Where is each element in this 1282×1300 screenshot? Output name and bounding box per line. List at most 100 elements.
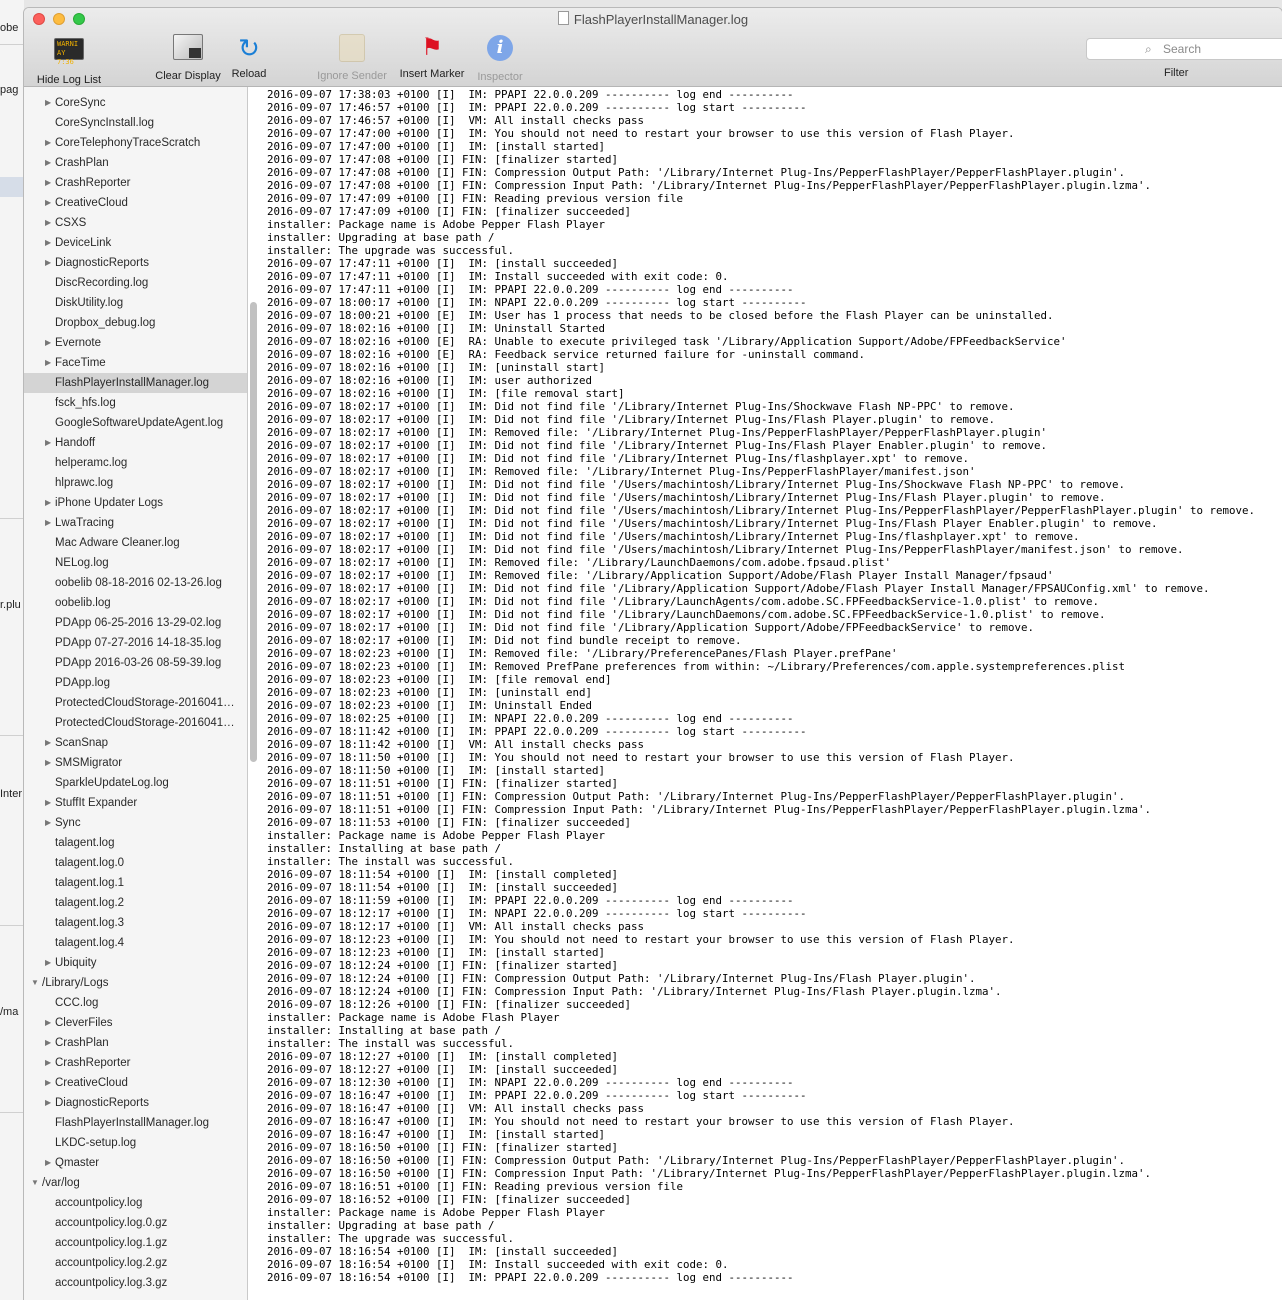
sidebar-log-root[interactable]: ▼/var/log [24,1173,247,1193]
disclosure-collapsed-icon[interactable]: ▶ [45,1073,51,1093]
sidebar-log-file[interactable]: oobelib.log [24,593,247,613]
sidebar-log-folder[interactable]: ▶ DeviceLink [24,233,247,253]
sidebar-log-file[interactable]: hlprawc.log [24,473,247,493]
sidebar-log-folder[interactable]: ▶ DiagnosticReports [24,1093,247,1113]
sidebar-log-file[interactable]: accountpolicy.log.3.gz [24,1273,247,1293]
disclosure-collapsed-icon[interactable]: ▶ [45,233,51,253]
sidebar-log-file[interactable]: oobelib 08-18-2016 02-13-26.log [24,573,247,593]
reload-icon: ↻ [238,33,260,63]
sidebar-log-folder[interactable]: ▶ CSXS [24,213,247,233]
sidebar-log-file[interactable]: talagent.log.3 [24,913,247,933]
sidebar-log-folder[interactable]: ▶ CrashReporter [24,173,247,193]
sidebar-log-folder[interactable]: ▶ CoreTelephonyTraceScratch [24,133,247,153]
sidebar-log-folder[interactable]: ▶ CleverFiles [24,1013,247,1033]
disclosure-collapsed-icon[interactable]: ▶ [45,173,51,193]
sidebar-log-file[interactable]: talagent.log.2 [24,893,247,913]
sidebar-log-file[interactable]: PDApp 2016-03-26 08-59-39.log [24,653,247,673]
sidebar-log-file[interactable]: accountpolicy.log.0.gz [24,1213,247,1233]
sidebar-log-file[interactable]: PDApp 06-25-2016 13-29-02.log [24,613,247,633]
disclosure-collapsed-icon[interactable]: ▶ [45,1093,51,1113]
sidebar-log-file[interactable]: talagent.log [24,833,247,853]
sidebar-log-file[interactable]: accountpolicy.log.1.gz [24,1233,247,1253]
disclosure-collapsed-icon[interactable]: ▶ [45,953,51,973]
sidebar-log-folder[interactable]: ▶ CreativeCloud [24,1073,247,1093]
log-line: 2016-09-07 18:02:17 +0100 [I] IM: Did no… [267,621,1035,634]
disclosure-collapsed-icon[interactable]: ▶ [45,213,51,233]
sidebar-log-folder[interactable]: ▶ StuffIt Expander [24,793,247,813]
sidebar-log-file[interactable]: PDApp 07-27-2016 14-18-35.log [24,633,247,653]
sidebar-log-file[interactable]: helperamc.log [24,453,247,473]
sidebar-log-folder[interactable]: ▶ DiagnosticReports [24,253,247,273]
sidebar-log-folder[interactable]: ▶ Sync [24,813,247,833]
insert-marker-button[interactable]: ⚑ Insert Marker [396,32,468,80]
disclosure-expanded-icon[interactable]: ▼ [31,1173,39,1193]
disclosure-expanded-icon[interactable]: ▼ [31,973,39,993]
disclosure-collapsed-icon[interactable]: ▶ [45,813,51,833]
clear-display-button[interactable]: Clear Display [152,32,224,82]
ignore-sender-button[interactable]: Ignore Sender [313,32,391,82]
sidebar-scrollbar[interactable] [250,302,257,762]
sidebar-log-folder[interactable]: ▶ LwaTracing [24,513,247,533]
disclosure-collapsed-icon[interactable]: ▶ [45,153,51,173]
disclosure-collapsed-icon[interactable]: ▶ [45,193,51,213]
sidebar-log-file[interactable]: SparkleUpdateLog.log [24,773,247,793]
sidebar-log-folder[interactable]: ▶ Qmaster [24,1153,247,1173]
disclosure-collapsed-icon[interactable]: ▶ [45,1053,51,1073]
sidebar-log-folder[interactable]: ▶ ScanSnap [24,733,247,753]
sidebar-log-file[interactable]: LKDC-setup.log [24,1133,247,1153]
log-line: 2016-09-07 18:11:51 +0100 [I] FIN: Compr… [267,803,1152,816]
sidebar-log-folder[interactable]: ▶ Handoff [24,433,247,453]
sidebar-log-file[interactable]: accountpolicy.log.2.gz [24,1253,247,1273]
sidebar-item-label: hlprawc.log [55,477,114,489]
sidebar-log-file[interactable]: DiskUtility.log [24,293,247,313]
disclosure-collapsed-icon[interactable]: ▶ [45,353,51,373]
sidebar-log-folder[interactable]: ▶ iPhone Updater Logs [24,493,247,513]
sidebar-log-file[interactable]: talagent.log.0 [24,853,247,873]
sidebar-log-folder[interactable]: ▶ Evernote [24,333,247,353]
inspector-button[interactable]: i Inspector [473,32,527,83]
sidebar-log-file[interactable]: NELog.log [24,553,247,573]
sidebar-log-file[interactable]: fsck_hfs.log [24,393,247,413]
sidebar-log-file[interactable]: ProtectedCloudStorage-2016041… [24,713,247,733]
sidebar-log-file[interactable]: Dropbox_debug.log [24,313,247,333]
sidebar-log-file[interactable]: FlashPlayerInstallManager.log [24,1113,247,1133]
sidebar-log-file[interactable]: GoogleSoftwareUpdateAgent.log [24,413,247,433]
sidebar-log-file[interactable]: ProtectedCloudStorage-2016041… [24,693,247,713]
sidebar-log-file[interactable]: accountpolicy.log [24,1193,247,1213]
sidebar-log-file[interactable]: PDApp.log [24,673,247,693]
sidebar-item-label: accountpolicy.log.0.gz [55,1217,168,1229]
disclosure-collapsed-icon[interactable]: ▶ [45,253,51,273]
disclosure-collapsed-icon[interactable]: ▶ [45,753,51,773]
sidebar-log-file[interactable]: Mac Adware Cleaner.log [24,533,247,553]
sidebar-log-file[interactable]: talagent.log.4 [24,933,247,953]
disclosure-collapsed-icon[interactable]: ▶ [45,1033,51,1053]
disclosure-collapsed-icon[interactable]: ▶ [45,733,51,753]
sidebar-log-file[interactable]: DiscRecording.log [24,273,247,293]
disclosure-collapsed-icon[interactable]: ▶ [45,433,51,453]
sidebar-log-folder[interactable]: ▶ FaceTime [24,353,247,373]
sidebar-log-folder[interactable]: ▶ CreativeCloud [24,193,247,213]
sidebar-log-folder[interactable]: ▶ CoreSync [24,93,247,113]
search-input[interactable]: ⌕ Search [1086,38,1282,60]
log-line: installer: The install was successful. [267,1037,515,1050]
sidebar-log-file[interactable]: talagent.log.1 [24,873,247,893]
reload-button[interactable]: ↻ Reload [228,32,270,80]
disclosure-collapsed-icon[interactable]: ▶ [45,513,51,533]
sidebar-log-file[interactable]: CoreSyncInstall.log [24,113,247,133]
disclosure-collapsed-icon[interactable]: ▶ [45,93,51,113]
sidebar-log-file[interactable]: FlashPlayerInstallManager.log [24,373,247,393]
disclosure-collapsed-icon[interactable]: ▶ [45,1153,51,1173]
disclosure-collapsed-icon[interactable]: ▶ [45,793,51,813]
disclosure-collapsed-icon[interactable]: ▶ [45,333,51,353]
disclosure-collapsed-icon[interactable]: ▶ [45,133,51,153]
sidebar-log-folder[interactable]: ▶ SMSMigrator [24,753,247,773]
sidebar-log-folder[interactable]: ▶ CrashReporter [24,1053,247,1073]
sidebar-log-root[interactable]: ▼/Library/Logs [24,973,247,993]
hide-log-list-button[interactable]: WARNI AY 7:36 Hide Log List [32,32,106,86]
sidebar-log-folder[interactable]: ▶ CrashPlan [24,1033,247,1053]
sidebar-log-folder[interactable]: ▶ Ubiquity [24,953,247,973]
disclosure-collapsed-icon[interactable]: ▶ [45,493,51,513]
sidebar-log-file[interactable]: CCC.log [24,993,247,1013]
disclosure-collapsed-icon[interactable]: ▶ [45,1013,51,1033]
sidebar-log-folder[interactable]: ▶ CrashPlan [24,153,247,173]
